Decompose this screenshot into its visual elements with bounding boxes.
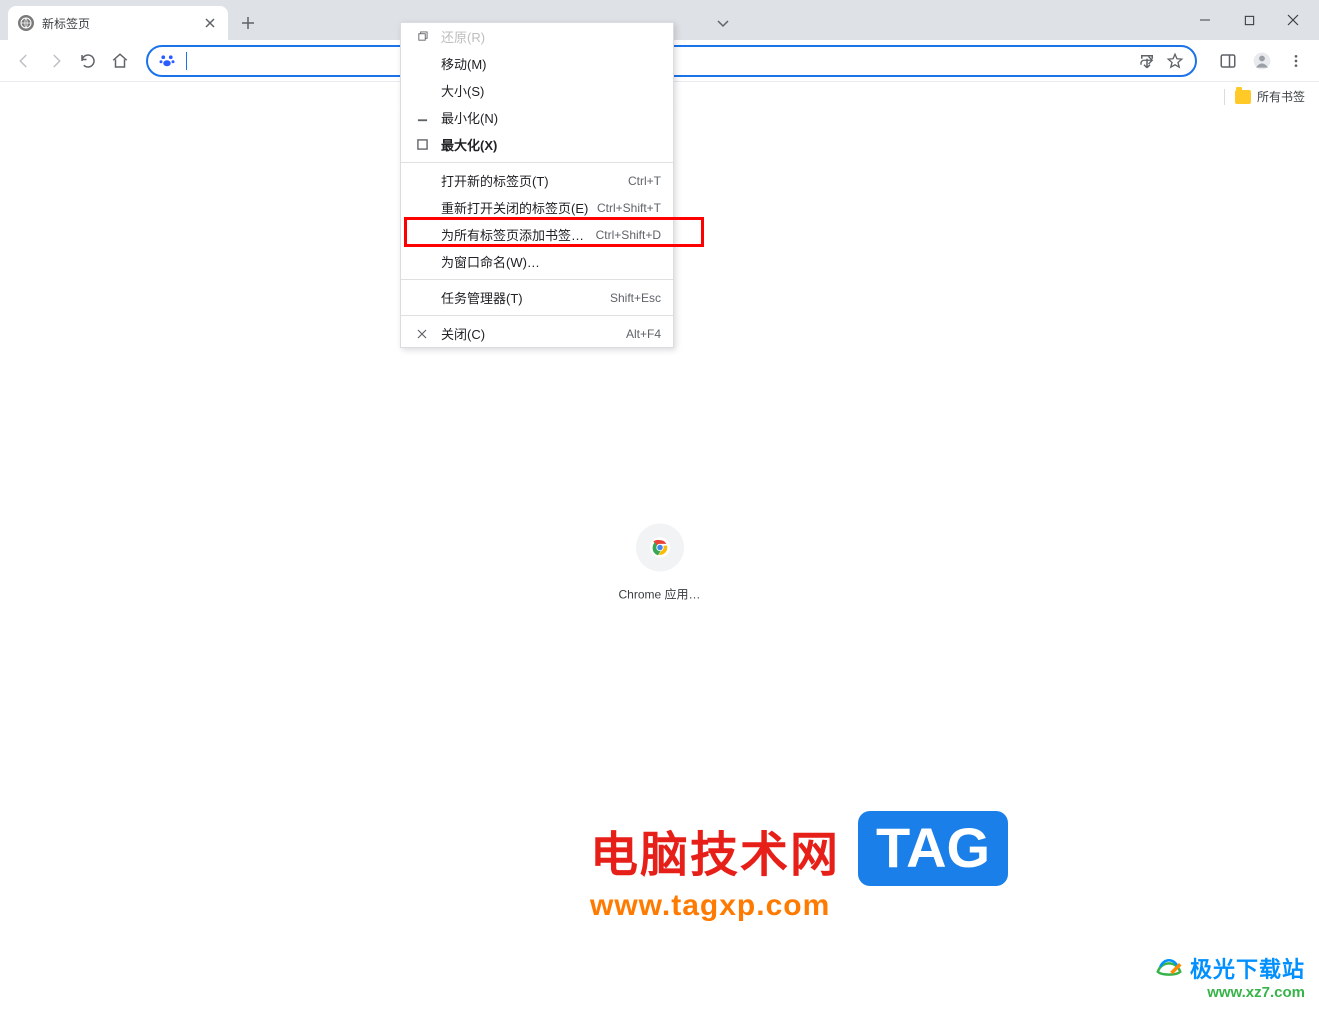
share-icon[interactable] (1137, 51, 1157, 71)
shortcut-label: Chrome 应用… (618, 585, 700, 602)
window-close-button[interactable] (1271, 4, 1315, 36)
minimize-icon (413, 112, 431, 123)
side-panel-icon[interactable] (1213, 46, 1243, 76)
menu-item-new-tab[interactable]: 打开新的标签页(T) Ctrl+T (401, 167, 673, 194)
all-bookmarks-button[interactable]: 所有书签 (1235, 88, 1305, 105)
all-bookmarks-label: 所有书签 (1257, 88, 1305, 105)
window-minimize-button[interactable] (1183, 4, 1227, 36)
browser-tab[interactable]: 新标签页 (8, 6, 228, 40)
menu-item-maximize[interactable]: 最大化(X) (401, 131, 673, 158)
menu-item-size[interactable]: 大小(S) (401, 77, 673, 104)
menu-item-bookmark-all[interactable]: 为所有标签页添加书签… Ctrl+Shift+D (401, 221, 673, 248)
watermark-tag-badge: TAG (858, 811, 1008, 886)
menu-separator (401, 315, 673, 316)
shortcut-circle (635, 523, 683, 571)
watermark-xz7: 极光下载站 www.xz7.com (1154, 952, 1305, 1001)
watermark-url: www.tagxp.com (590, 889, 840, 923)
menu-item-task-manager[interactable]: 任务管理器(T) Shift+Esc (401, 284, 673, 311)
menu-item-reopen-tab[interactable]: 重新打开关闭的标签页(E) Ctrl+Shift+T (401, 194, 673, 221)
watermark2-url: www.xz7.com (1154, 984, 1305, 1001)
tab-title: 新标签页 (42, 15, 202, 32)
menu-item-close[interactable]: 关闭(C) Alt+F4 (401, 320, 673, 347)
shortcut-chrome-apps[interactable]: Chrome 应用… (618, 523, 700, 602)
omnibox-actions (1137, 51, 1185, 71)
close-icon (413, 329, 431, 339)
folder-icon (1235, 90, 1251, 104)
restore-icon (413, 31, 431, 42)
nav-forward-button[interactable] (40, 45, 72, 77)
aurora-logo-icon (1154, 953, 1184, 983)
new-tab-button[interactable] (234, 9, 262, 37)
menu-separator (401, 162, 673, 163)
menu-item-restore: 还原(R) (401, 23, 673, 50)
tab-favicon-globe-icon (18, 15, 34, 31)
watermark-tagxp: 电脑技术网 www.tagxp.com TAG (590, 815, 1008, 923)
nav-home-button[interactable] (104, 45, 136, 77)
menu-item-minimize[interactable]: 最小化(N) (401, 104, 673, 131)
tab-search-dropdown[interactable] (707, 9, 739, 37)
window-context-menu: 还原(R) 移动(M) 大小(S) 最小化(N) 最大化(X) 打开新的标签页(… (400, 22, 674, 348)
nav-reload-button[interactable] (72, 45, 104, 77)
bookmark-star-icon[interactable] (1165, 51, 1185, 71)
window-maximize-button[interactable] (1227, 4, 1271, 36)
search-engine-paw-icon (158, 52, 176, 70)
profile-avatar-icon[interactable] (1247, 46, 1277, 76)
menu-item-move[interactable]: 移动(M) (401, 50, 673, 77)
maximize-icon (413, 139, 431, 150)
chrome-icon (648, 536, 670, 558)
divider (1224, 89, 1225, 105)
tab-close-button[interactable] (202, 15, 218, 31)
nav-back-button[interactable] (8, 45, 40, 77)
watermark-title: 电脑技术网 (590, 815, 840, 885)
menu-item-name-window[interactable]: 为窗口命名(W)… (401, 248, 673, 275)
watermark2-name: 极光下载站 (1190, 952, 1305, 984)
menu-kebab-icon[interactable] (1281, 46, 1311, 76)
window-controls (1183, 0, 1319, 40)
menu-separator (401, 279, 673, 280)
